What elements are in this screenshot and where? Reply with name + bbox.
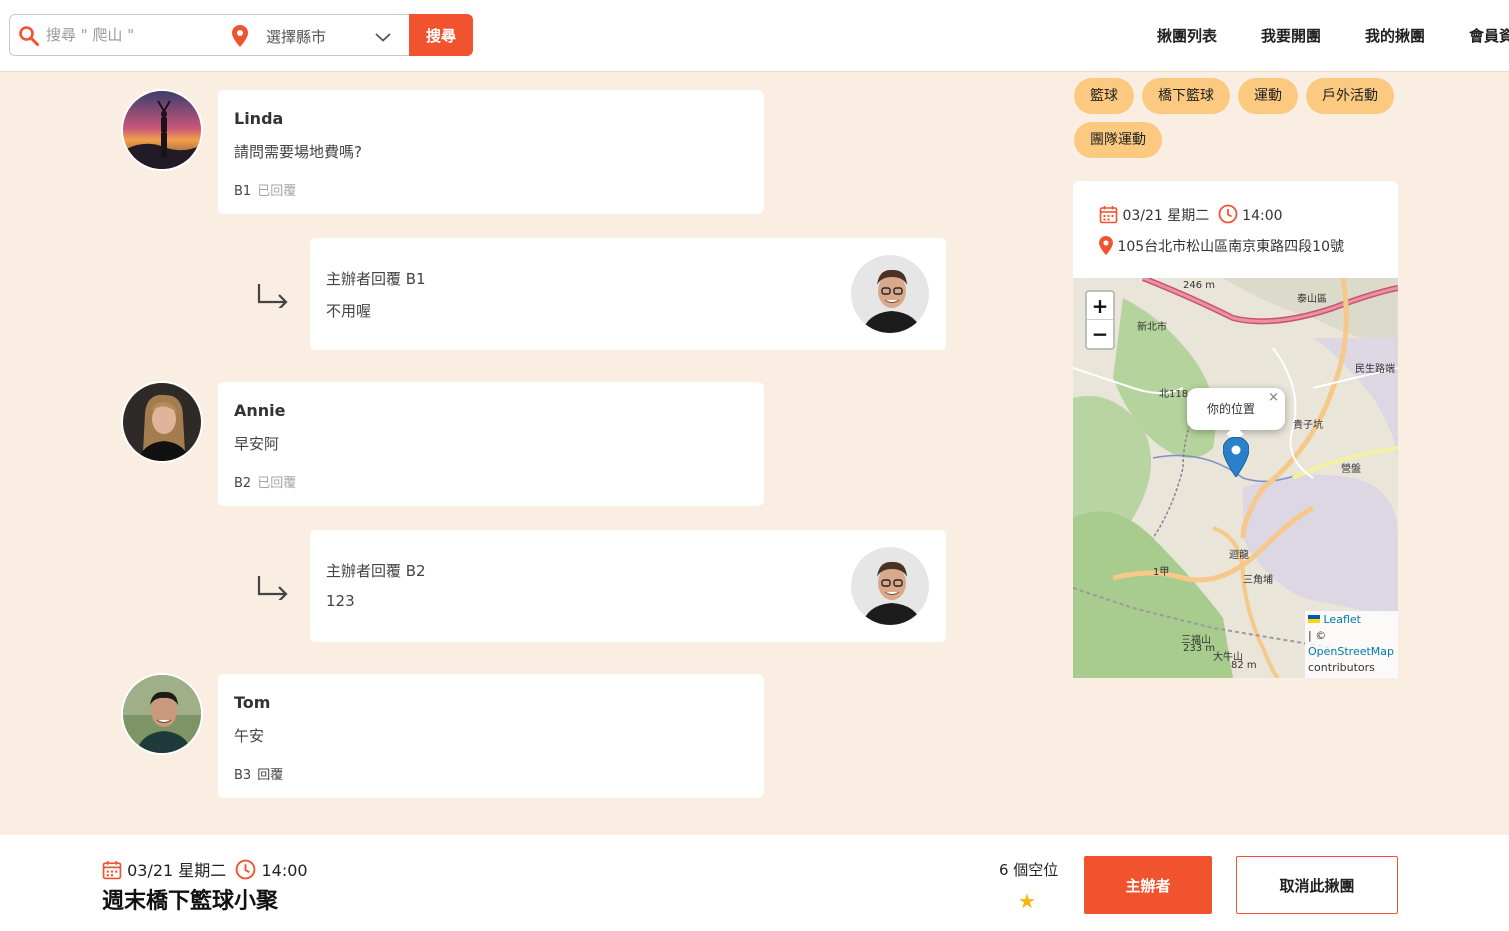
tag-outdoor[interactable]: 戶外活動 xyxy=(1306,78,1394,114)
popup-text: 你的位置 xyxy=(1207,402,1256,416)
location-map[interactable]: 泰山區 新北市 北118 貴子坑 營盤 三角埔 迴龍 1甲 大牛山 三福山 民生… xyxy=(1073,278,1398,678)
popup-close-button[interactable]: × xyxy=(1268,390,1279,405)
avatar xyxy=(121,381,203,463)
zoom-in-button[interactable]: + xyxy=(1087,292,1113,320)
reply-title: 主辦者回覆 B1 xyxy=(326,270,426,288)
comment-author: Tom xyxy=(234,693,271,712)
comment-meta: B2 已回覆 xyxy=(234,472,296,491)
city-select-label: 選擇縣市 xyxy=(266,28,327,46)
keyword-search-box[interactable] xyxy=(9,14,210,56)
reply-link[interactable]: 回覆 xyxy=(257,768,283,783)
comment-card-annie: Annie 早安阿 B2 已回覆 xyxy=(218,382,764,506)
host-button[interactable]: 主辦者 xyxy=(1084,856,1212,914)
comment-floor: B3 xyxy=(234,768,252,783)
map-label: 民生路端 xyxy=(1355,364,1395,375)
map-label: 233 m xyxy=(1183,643,1216,654)
star-icon[interactable]: ★ xyxy=(1018,889,1036,913)
ukraine-flag-icon xyxy=(1308,613,1320,626)
reply-title: 主辦者回覆 B2 xyxy=(326,562,426,580)
event-address-row: 105台北市松山區南京東路四段10號 xyxy=(1099,236,1344,256)
map-label: 新北市 xyxy=(1137,322,1167,333)
map-label: 北118 xyxy=(1159,389,1189,400)
footer-time: 14:00 xyxy=(261,861,308,880)
map-label: 246 m xyxy=(1183,280,1216,291)
reply-text: 123 xyxy=(326,592,355,610)
city-select[interactable]: 選擇縣市 xyxy=(209,14,410,56)
map-label: 泰山區 xyxy=(1297,294,1327,305)
calendar-icon xyxy=(102,861,122,880)
comment-author: Linda xyxy=(234,109,284,128)
comment-floor: B2 xyxy=(234,476,252,491)
event-title: 週末橋下籃球小聚 xyxy=(102,889,279,914)
comment-text: 早安阿 xyxy=(234,435,280,453)
calendar-icon xyxy=(1099,206,1118,224)
tag-under-bridge-basketball[interactable]: 橋下籃球 xyxy=(1142,78,1230,114)
nav-member-center[interactable]: 會員資 xyxy=(1469,25,1509,46)
reply-text: 不用喔 xyxy=(326,302,372,320)
reply-arrow-icon xyxy=(256,574,290,604)
map-attribution: Leaflet | © OpenStreetMap contributors xyxy=(1305,611,1398,678)
top-header: 選擇縣市 搜尋 揪團列表 我要開團 我的揪團 會員資 xyxy=(0,0,1509,72)
search-icon xyxy=(18,25,40,51)
comment-card-linda: Linda 請問需要場地費嗎? B1 已回覆 xyxy=(218,90,764,214)
nav-create-group[interactable]: 我要開團 xyxy=(1261,25,1321,46)
tag-sports[interactable]: 運動 xyxy=(1238,78,1298,114)
map-zoom-control: + − xyxy=(1085,290,1115,350)
map-label: 82 m xyxy=(1231,660,1257,671)
comment-text: 午安 xyxy=(234,727,265,745)
avatar xyxy=(121,673,203,755)
event-info-card: 03/21 星期二 14:00 105台北市松山區南京東路四段10號 xyxy=(1073,181,1398,279)
comment-text: 請問需要場地費嗎? xyxy=(234,143,362,161)
comment-author: Annie xyxy=(234,401,286,420)
bottom-action-bar: 03/21 星期二 14:00 週末橋下籃球小聚 6 個空位 ★ 主辦者 取消此… xyxy=(0,835,1509,931)
attribution-contributors: contributors xyxy=(1308,661,1375,674)
tag-basketball[interactable]: 籃球 xyxy=(1074,78,1134,114)
clock-icon xyxy=(235,859,256,880)
map-popup: 你的位置 × xyxy=(1187,388,1285,443)
zoom-out-button[interactable]: − xyxy=(1087,320,1113,348)
cancel-group-button[interactable]: 取消此揪團 xyxy=(1236,856,1398,914)
nav-group-list[interactable]: 揪團列表 xyxy=(1157,25,1217,46)
comment-floor: B1 xyxy=(234,184,252,199)
openstreetmap-link[interactable]: OpenStreetMap xyxy=(1308,645,1394,658)
footer-datetime: 03/21 星期二 14:00 xyxy=(102,857,308,881)
event-address: 105台北市松山區南京東路四段10號 xyxy=(1117,239,1344,255)
map-marker-icon[interactable] xyxy=(1222,436,1250,481)
location-pin-icon xyxy=(232,25,248,51)
map-label: 迴龍 xyxy=(1229,550,1249,561)
comment-card-tom: Tom 午安 B3 回覆 xyxy=(218,674,764,798)
comment-meta: B3 回覆 xyxy=(234,764,283,783)
map-label: 1甲 xyxy=(1153,567,1170,578)
map-label: 營盤 xyxy=(1341,464,1361,475)
available-slots: 6 個空位 xyxy=(999,861,1059,879)
event-time: 14:00 xyxy=(1242,208,1283,224)
reply-arrow-icon xyxy=(256,282,290,312)
search-input[interactable] xyxy=(46,23,204,47)
search-button[interactable]: 搜尋 xyxy=(409,14,473,56)
location-pin-icon xyxy=(1099,236,1113,255)
chevron-down-icon xyxy=(374,28,392,47)
replied-status: 已回覆 xyxy=(257,476,297,491)
host-avatar xyxy=(849,545,931,627)
host-avatar xyxy=(849,253,931,335)
comment-meta: B1 已回覆 xyxy=(234,180,296,199)
event-datetime: 03/21 星期二 14:00 xyxy=(1099,204,1283,225)
tag-team-sports[interactable]: 團隊運動 xyxy=(1074,122,1162,158)
nav-my-groups[interactable]: 我的揪團 xyxy=(1365,25,1425,46)
clock-icon xyxy=(1218,204,1238,224)
attribution-separator: | © xyxy=(1308,629,1327,642)
replied-status: 已回覆 xyxy=(257,184,297,199)
footer-date: 03/21 星期二 xyxy=(127,861,227,880)
map-label: 三角埔 xyxy=(1243,575,1273,586)
leaflet-link[interactable]: Leaflet xyxy=(1324,613,1361,626)
avatar xyxy=(121,89,203,171)
event-date: 03/21 星期二 xyxy=(1122,208,1210,224)
map-label: 貴子坑 xyxy=(1293,420,1323,431)
